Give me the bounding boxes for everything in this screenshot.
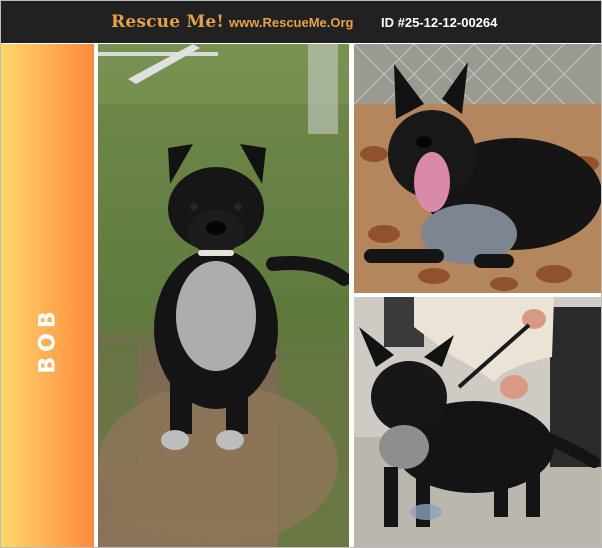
photo-main[interactable]	[98, 44, 349, 547]
dog-standing-image	[354, 297, 601, 547]
dog-lying-image	[354, 44, 601, 293]
site-link[interactable]: www.RescueMe.Org	[229, 15, 354, 30]
header-bar: Rescue Me! www.RescueMe.Org ID #25-12-12…	[1, 1, 601, 43]
photo-top-right[interactable]	[354, 44, 601, 293]
pet-id: ID #25-12-12-00264	[381, 15, 498, 30]
dog-sitting-image	[98, 44, 349, 547]
photo-bottom-right[interactable]	[354, 297, 601, 547]
pet-name-strip: BOB	[1, 44, 94, 547]
pet-name: BOB	[35, 306, 61, 374]
brand-logo-text[interactable]: Rescue Me!	[111, 12, 224, 32]
